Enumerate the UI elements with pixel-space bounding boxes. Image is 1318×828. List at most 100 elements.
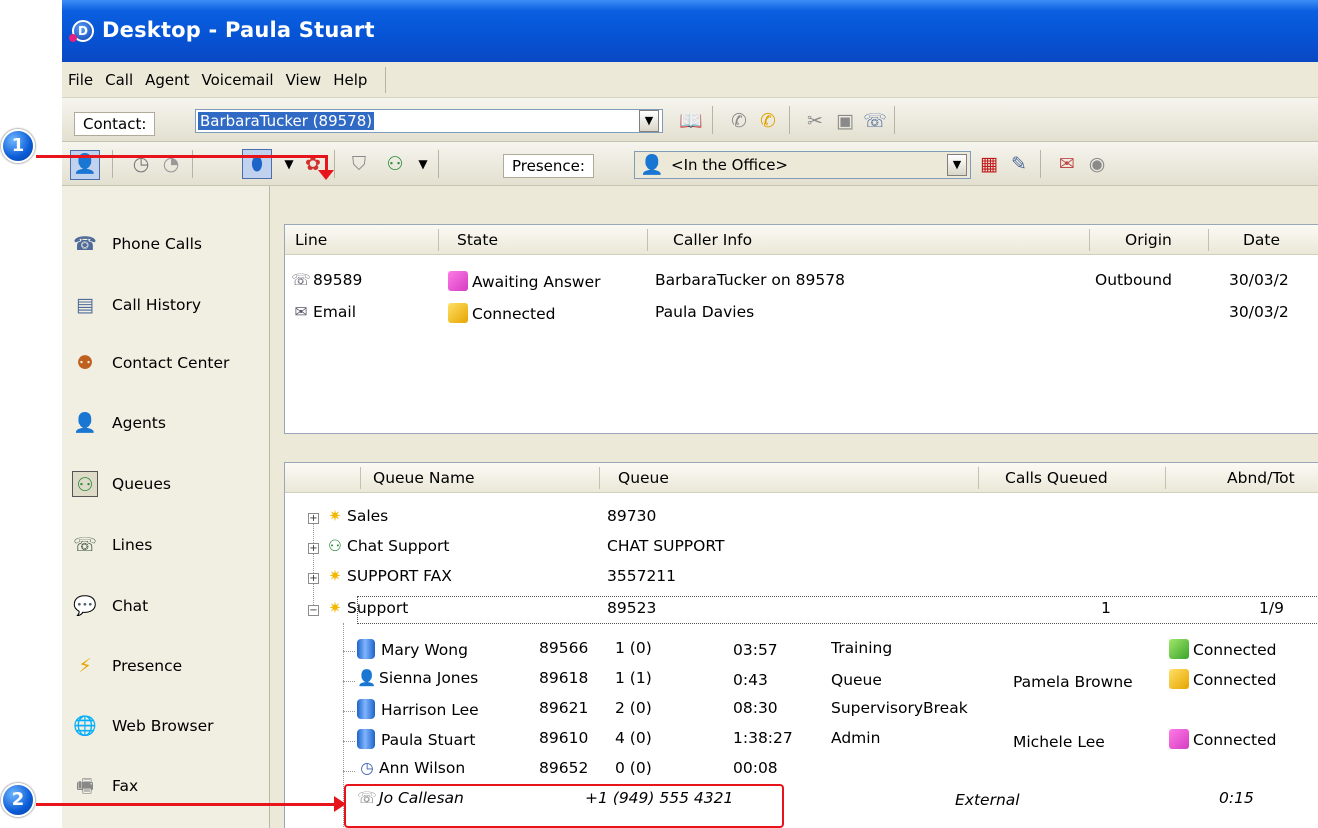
app-logo-icon: D xyxy=(69,20,94,42)
caller-cell: Paula Davies xyxy=(655,303,755,321)
calls-header: Line State Caller Info Origin Date xyxy=(285,225,1318,255)
dial-icon[interactable]: ✆ xyxy=(755,108,781,134)
nav-agents[interactable]: 👤 Agents xyxy=(62,393,268,453)
state-cell: Awaiting Answer xyxy=(448,271,601,291)
col-caller-info[interactable]: Caller Info xyxy=(673,231,752,249)
contact-toolbar: Contact: BarbaraTucker (89578) ▼ 📖 ✆ ✆ ✂… xyxy=(62,98,1318,142)
state-cell: Connected xyxy=(448,303,555,323)
team-dropdown-icon[interactable]: ▼ xyxy=(410,151,436,177)
col-separator[interactable] xyxy=(647,229,648,251)
agent-with-cell: Pamela Browne xyxy=(1013,673,1133,691)
callout-arrow-1-head xyxy=(318,170,334,180)
intercom-icon[interactable]: ◉ xyxy=(1084,151,1110,177)
callout-arrow-2 xyxy=(36,803,336,806)
col-queue-name[interactable]: Queue Name xyxy=(373,469,475,487)
line-cell: ✉ Email xyxy=(291,303,357,321)
col-separator[interactable] xyxy=(360,467,361,489)
agent-ext-cell: 89618 xyxy=(539,669,589,687)
col-calls-queued[interactable]: Calls Queued xyxy=(1005,469,1108,487)
park-icon[interactable]: ▣ xyxy=(832,108,858,134)
nav-fax[interactable]: 🖷 Fax xyxy=(62,756,268,816)
connected-icon xyxy=(1169,639,1189,659)
address-book-icon[interactable]: 📖 xyxy=(678,108,704,134)
call-time-cell: 0:15 xyxy=(1219,789,1254,807)
sun-icon: ✷ xyxy=(328,599,342,617)
presence-select[interactable]: 👤 <In the Office> xyxy=(634,151,971,179)
presence-label: Presence: xyxy=(503,154,594,178)
awaiting-answer-icon xyxy=(448,271,468,291)
queue-number-cell: 89523 xyxy=(607,599,657,617)
contact-input[interactable]: BarbaraTucker (89578) xyxy=(195,109,663,133)
nav-web-browser[interactable]: 🌐 Web Browser xyxy=(62,696,268,756)
nav-label: Web Browser xyxy=(112,717,214,735)
contact-input-value: BarbaraTucker (89578) xyxy=(198,112,375,130)
nav-queues[interactable]: ⚇ Queues xyxy=(62,454,268,514)
expand-button[interactable]: + xyxy=(308,513,319,524)
nav-phone-calls[interactable]: ☎ Phone Calls xyxy=(62,214,268,274)
email-icon: ✉ xyxy=(294,303,308,321)
presence-dropdown-button[interactable]: ▼ xyxy=(947,154,967,176)
presence-list-icon[interactable]: ▦ xyxy=(976,151,1002,177)
contact-dropdown-button[interactable]: ▼ xyxy=(639,110,659,132)
nav-presence[interactable]: ⚡ Presence xyxy=(62,636,268,696)
web-browser-icon: 🌐 xyxy=(73,715,97,737)
col-origin[interactable]: Origin xyxy=(1125,231,1172,249)
tree-line xyxy=(343,711,355,712)
menu-bar: File Call Agent Voicemail View Help xyxy=(62,62,1318,98)
agent-count-cell: 1 (1) xyxy=(615,669,652,687)
queue-number-cell: 89730 xyxy=(607,507,657,525)
tree-line xyxy=(343,651,355,652)
col-separator[interactable] xyxy=(1165,467,1166,489)
col-abnd-tot[interactable]: Abnd/Tot xyxy=(1227,469,1295,487)
conference-icon[interactable]: ☏ xyxy=(862,108,888,134)
nav-call-history[interactable]: ▤ Call History xyxy=(62,275,268,335)
col-separator[interactable] xyxy=(1208,229,1209,251)
presence-icon: ⚡ xyxy=(78,655,92,677)
collapse-button[interactable]: − xyxy=(308,605,319,616)
call-history-icon: ▤ xyxy=(76,294,94,316)
filter-icon[interactable]: ⛉ xyxy=(346,151,372,177)
menu-call[interactable]: Call xyxy=(105,71,133,89)
col-separator[interactable] xyxy=(978,467,979,489)
tree-row-selected[interactable]: − ✷ Support 89523 1 1/9 xyxy=(285,595,1318,625)
col-separator[interactable] xyxy=(599,467,600,489)
menu-divider xyxy=(385,66,387,93)
menu-file[interactable]: File xyxy=(68,71,93,89)
voicemail-icon[interactable]: ✉ xyxy=(1054,151,1080,177)
col-state[interactable]: State xyxy=(457,231,498,249)
transfer-icon[interactable]: ✂ xyxy=(802,108,828,134)
menu-voicemail[interactable]: Voicemail xyxy=(202,71,274,89)
expand-button[interactable]: + xyxy=(308,543,319,554)
menu-agent[interactable]: Agent xyxy=(145,71,189,89)
toolbar-separator xyxy=(894,106,895,134)
chat-queue-icon: ⚇ xyxy=(328,537,342,555)
agent-name-cell: Harrison Lee xyxy=(357,699,479,719)
col-separator[interactable] xyxy=(438,229,439,251)
col-date[interactable]: Date xyxy=(1243,231,1280,249)
nav-label: Presence xyxy=(112,657,183,675)
presence-value: <In the Office> xyxy=(671,156,789,174)
presence-edit-icon[interactable]: ✎ xyxy=(1006,151,1032,177)
lines-icon: ☏ xyxy=(73,534,97,556)
menu-view[interactable]: View xyxy=(286,71,322,89)
menu-help[interactable]: Help xyxy=(333,71,367,89)
col-line[interactable]: Line xyxy=(295,231,327,249)
nav-contact-center[interactable]: ⚉ Contact Center xyxy=(62,333,268,393)
nav-label: Phone Calls xyxy=(112,235,202,253)
left-navigation: ☎ Phone Calls ▤ Call History ⚉ Contact C… xyxy=(62,186,270,828)
date-cell: 30/03/2 xyxy=(1229,271,1289,289)
tree-line xyxy=(343,681,355,682)
expand-button[interactable]: + xyxy=(308,573,319,584)
agent-toolbar: 👤 ◷ ◔ ⬮ ▼ ✿ ⛉ ⚇ ▼ Presence: 👤 <In the Of… xyxy=(62,142,1318,186)
call-type-cell: External xyxy=(955,791,1020,809)
agent-with-cell: Michele Lee xyxy=(1013,733,1105,751)
col-queue[interactable]: Queue xyxy=(618,469,669,487)
nav-chat[interactable]: 💬 Chat xyxy=(62,576,268,636)
nav-lines[interactable]: ☏ Lines xyxy=(62,515,268,575)
toolbar-separator xyxy=(1040,150,1041,178)
title-bar[interactable]: D Desktop - Paula Stuart xyxy=(62,0,1318,62)
desktop-window: D Desktop - Paula Stuart File Call Agent… xyxy=(62,0,1318,828)
queues-icon: ⚇ xyxy=(72,471,98,497)
team-icon[interactable]: ⚇ xyxy=(382,151,408,177)
col-separator[interactable] xyxy=(1089,229,1090,251)
